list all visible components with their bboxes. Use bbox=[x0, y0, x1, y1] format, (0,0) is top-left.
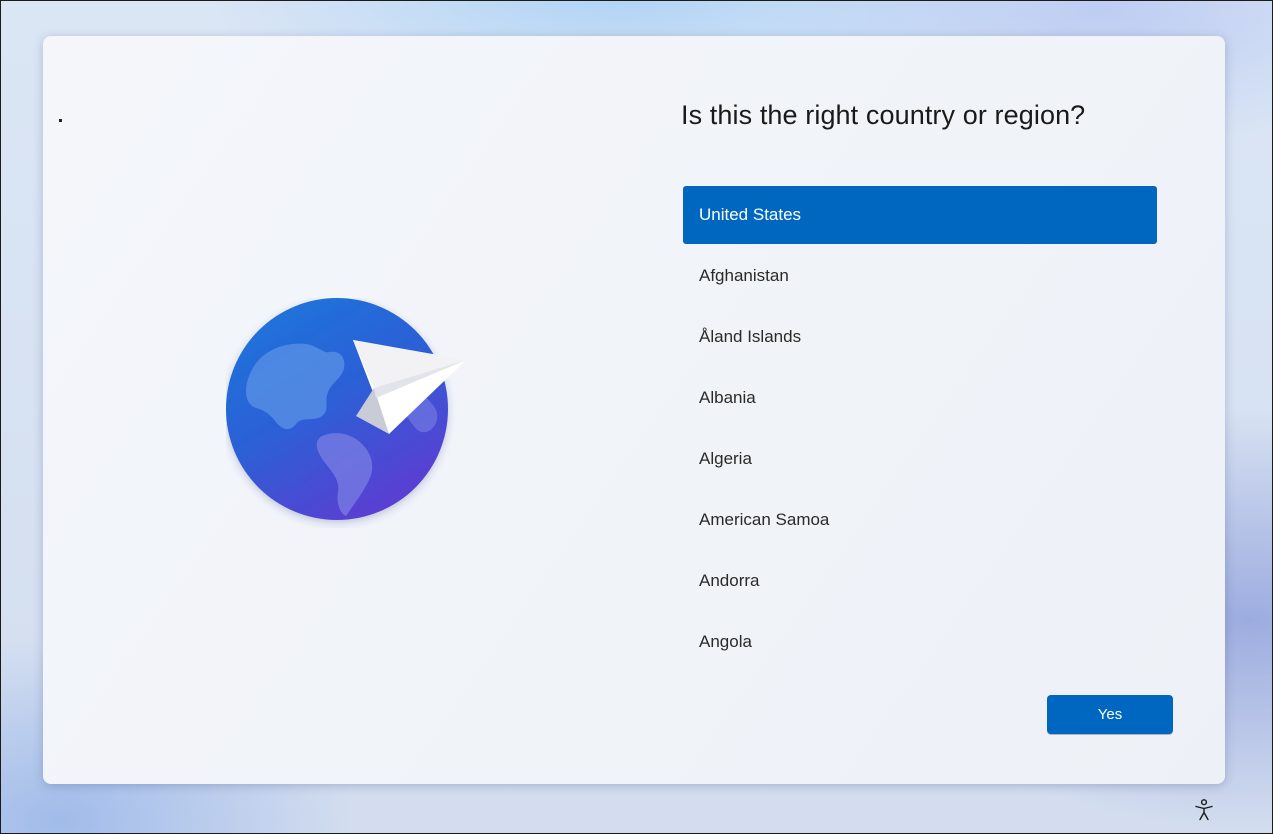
country-item-united-states[interactable]: United States bbox=[683, 186, 1157, 244]
cursor-dot bbox=[59, 119, 62, 122]
country-item-angola[interactable]: Angola bbox=[683, 613, 1157, 671]
country-item-algeria[interactable]: Algeria bbox=[683, 430, 1157, 488]
accessibility-icon bbox=[1194, 798, 1214, 826]
page-title: Is this the right country or region? bbox=[681, 100, 1086, 130]
country-item-andorra[interactable]: Andorra bbox=[683, 552, 1157, 610]
country-item-aland-islands[interactable]: Åland Islands bbox=[683, 308, 1157, 366]
country-item-afghanistan[interactable]: Afghanistan bbox=[683, 247, 1157, 305]
accessibility-button[interactable] bbox=[1193, 798, 1215, 826]
globe-paper-plane-icon bbox=[226, 298, 468, 528]
oobe-screen: { "page": { "question": "Is this the rig… bbox=[0, 0, 1273, 834]
setup-card: Is this the right country or region? Uni… bbox=[43, 36, 1225, 784]
country-item-albania[interactable]: Albania bbox=[683, 369, 1157, 427]
country-item-american-samoa[interactable]: American Samoa bbox=[683, 491, 1157, 549]
country-list[interactable]: United States Afghanistan Åland Islands … bbox=[683, 186, 1157, 674]
yes-button[interactable]: Yes bbox=[1047, 695, 1173, 734]
